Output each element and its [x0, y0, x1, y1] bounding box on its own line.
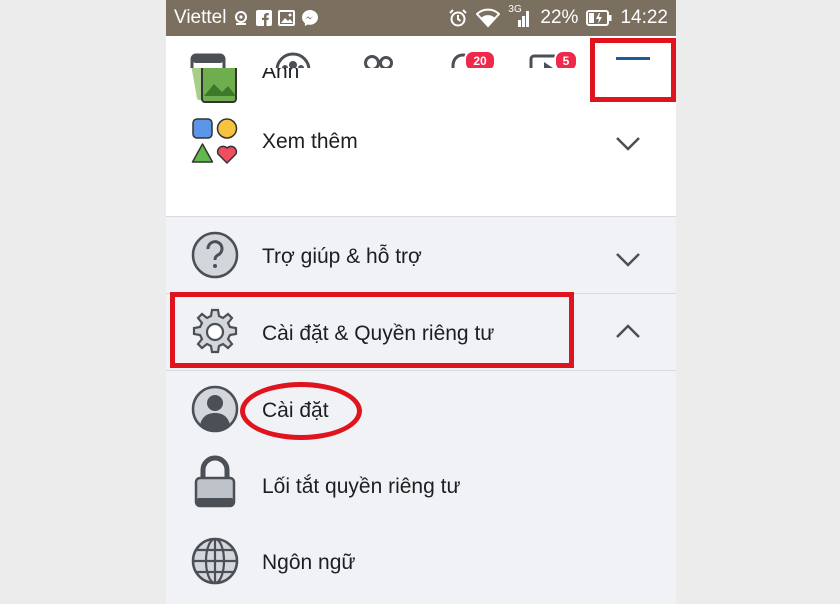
menu-item-see-more-label: Xem thêm: [262, 130, 358, 153]
location-icon: [232, 9, 250, 27]
question-mark-icon: [188, 228, 242, 282]
phone-screen: Viettel 3G 22% 14:22 20 5 Ảnh Xem thêm T…: [166, 0, 676, 604]
highlight-settings-privacy: [170, 292, 574, 368]
chevron-down-icon[interactable]: [614, 250, 642, 270]
highlight-menu-button: [590, 38, 676, 102]
wifi-icon: [476, 8, 501, 28]
globe-icon: [188, 534, 242, 588]
lock-icon: [188, 455, 242, 509]
battery-percent: 22%: [540, 7, 579, 28]
profile-avatar-icon: [188, 382, 242, 436]
chevron-up-icon[interactable]: [614, 321, 642, 341]
clock: 14:22: [620, 7, 668, 28]
network-type: 3G: [508, 4, 522, 15]
menu-item-photos-label: Ảnh: [262, 68, 300, 83]
shapes-icon: [188, 114, 242, 168]
status-bar: Viettel 3G 22% 14:22: [166, 0, 676, 36]
highlight-settings-item: [240, 382, 362, 440]
submenu-item-language[interactable]: Ngôn ngữ: [166, 523, 676, 604]
menu-item-see-more[interactable]: Xem thêm: [166, 104, 676, 180]
image-notification-icon: [278, 10, 296, 26]
facebook-notification-icon: [256, 10, 273, 26]
chevron-down-icon[interactable]: [614, 134, 642, 154]
photos-icon: [188, 68, 242, 104]
menu-item-help-support-label: Trợ giúp & hỗ trợ: [262, 245, 422, 268]
submenu-item-privacy-shortcuts-label: Lối tắt quyền riêng tư: [262, 475, 461, 498]
submenu-item-language-label: Ngôn ngữ: [262, 551, 356, 574]
menu-item-help-support[interactable]: Trợ giúp & hỗ trợ: [166, 217, 676, 293]
alarm-icon: [448, 8, 468, 28]
signal-icon: 3G: [508, 4, 532, 28]
submenu-item-privacy-shortcuts[interactable]: Lối tắt quyền riêng tư: [166, 447, 676, 523]
messenger-notification-icon: [301, 9, 319, 27]
carrier-name: Viettel: [174, 7, 227, 28]
battery-charging-icon: [586, 10, 612, 26]
